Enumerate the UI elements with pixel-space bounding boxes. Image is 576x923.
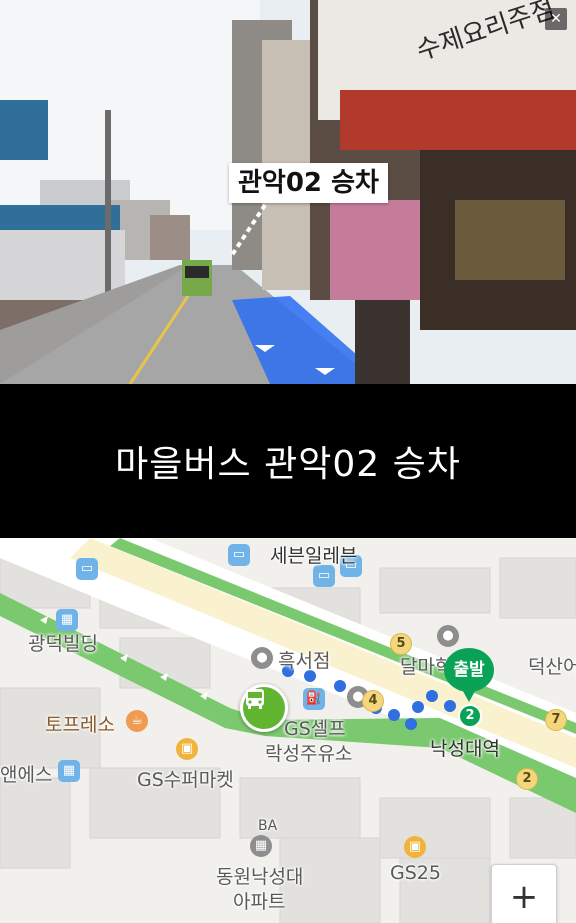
shop-icon: ▣ — [176, 738, 198, 760]
zoom-in-button[interactable]: + — [491, 864, 557, 923]
building-icon: ▦ — [56, 609, 78, 631]
start-marker[interactable]: 출발 — [444, 648, 494, 708]
place-label-apartment: 아파트 — [233, 891, 286, 913]
bus-icon[interactable] — [240, 684, 288, 732]
bus-stop-icon: ▭ — [76, 558, 98, 580]
boarding-point-label: 관악02 승차 — [229, 163, 388, 203]
convenience-store-icon: ▣ — [404, 836, 426, 858]
close-icon[interactable]: ✕ — [545, 8, 567, 30]
bus-stop-icon: ▭ — [313, 565, 335, 587]
apartment-icon: ▦ — [250, 835, 272, 857]
place-label-gs-self: GS셀프 — [284, 718, 346, 740]
bus-stop-icon: ▭ — [228, 544, 250, 566]
step-caption-band: 마을버스 관악02 승차 — [0, 384, 576, 538]
start-marker-tip — [459, 684, 479, 702]
step-caption-text: 마을버스 관악02 승차 — [115, 444, 461, 485]
place-label-anes: 앤에스 — [0, 764, 53, 786]
place-label-nakseong-oil: 락성주유소 — [265, 743, 353, 765]
place-label-seven-eleven: 세븐일레븐 — [270, 545, 358, 567]
place-label-gs25: GS25 — [390, 862, 441, 884]
route-number-badge: 4 — [362, 690, 384, 712]
place-label-deoksan: 덕산어 — [528, 656, 576, 678]
poi-gray-icon: ● — [437, 625, 459, 647]
street-view-panel[interactable]: 수제요리주점 관악02 승차 ✕ — [0, 0, 576, 384]
bus-glyph — [246, 689, 264, 709]
route-map[interactable]: ▭ ▭ ▭ ▭ ▦ ● ● ☕ ⛽ ● ▣ ▦ ▦ ▣ 5 4 7 2 세븐일레… — [0, 538, 576, 923]
bookstore-icon: ● — [251, 647, 273, 669]
place-label-gwangdeok: 광덕빌딩 — [28, 633, 98, 655]
route-number-badge: 7 — [545, 709, 567, 731]
route-number-badge: 2 — [516, 768, 538, 790]
place-label-toprs: 토프레소 — [45, 714, 115, 736]
start-badge: 2 — [458, 704, 482, 728]
place-label-gs-super: GS수퍼마켓 — [137, 769, 234, 791]
cafe-icon: ☕ — [126, 710, 148, 732]
place-label-heukseo: 흑서점 — [278, 650, 331, 672]
place-label-ba: BA — [258, 818, 278, 834]
place-label-dongwon: 동원낙성대 — [216, 866, 304, 888]
building-icon: ▦ — [58, 760, 80, 782]
gas-station-icon: ⛽ — [303, 688, 325, 710]
place-label-nakseongdae-station: 낙성대역 — [430, 738, 500, 760]
